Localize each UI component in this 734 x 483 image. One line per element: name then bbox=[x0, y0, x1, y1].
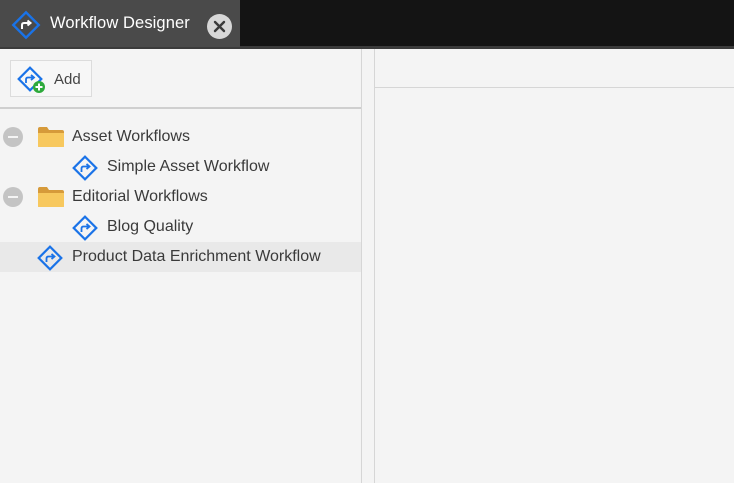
tree-folder[interactable]: Editorial Workflows bbox=[0, 182, 361, 212]
workflow-icon bbox=[71, 154, 99, 182]
workflow-icon bbox=[11, 10, 41, 40]
add-button[interactable]: Add bbox=[10, 60, 92, 97]
workflow-icon bbox=[36, 244, 64, 272]
detail-header-divider bbox=[375, 87, 734, 88]
tree-folder[interactable]: Asset Workflows bbox=[0, 122, 361, 152]
tab-title: Workflow Designer bbox=[50, 14, 190, 32]
tree-workflow[interactable]: Blog Quality bbox=[0, 212, 361, 242]
tree-item-label: Asset Workflows bbox=[72, 128, 190, 145]
tree-workflow[interactable]: Simple Asset Workflow bbox=[0, 152, 361, 182]
workflow-detail-pane bbox=[375, 49, 734, 483]
collapse-icon[interactable] bbox=[3, 127, 23, 147]
add-workflow-icon bbox=[16, 66, 46, 94]
tree-item-label: Product Data Enrichment Workflow bbox=[72, 248, 321, 265]
tree-workflow[interactable]: Product Data Enrichment Workflow bbox=[0, 242, 361, 272]
folder-icon bbox=[37, 126, 65, 148]
tree-item-label: Editorial Workflows bbox=[72, 188, 208, 205]
close-icon[interactable] bbox=[207, 14, 232, 39]
folder-icon bbox=[37, 186, 65, 208]
collapse-icon[interactable] bbox=[3, 187, 23, 207]
tab-workflow-designer[interactable]: Workflow Designer bbox=[0, 0, 240, 47]
add-label: Add bbox=[54, 71, 81, 88]
workflow-icon bbox=[71, 214, 99, 242]
toolbar: Add bbox=[0, 49, 361, 107]
tree-item-label: Simple Asset Workflow bbox=[107, 158, 270, 175]
splitter-gap bbox=[362, 49, 374, 483]
workflow-tree-pane: Add Asset Workflows Simple Asset Workflo… bbox=[0, 49, 361, 483]
toolbar-divider bbox=[0, 107, 361, 109]
tree-item-label: Blog Quality bbox=[107, 218, 194, 235]
